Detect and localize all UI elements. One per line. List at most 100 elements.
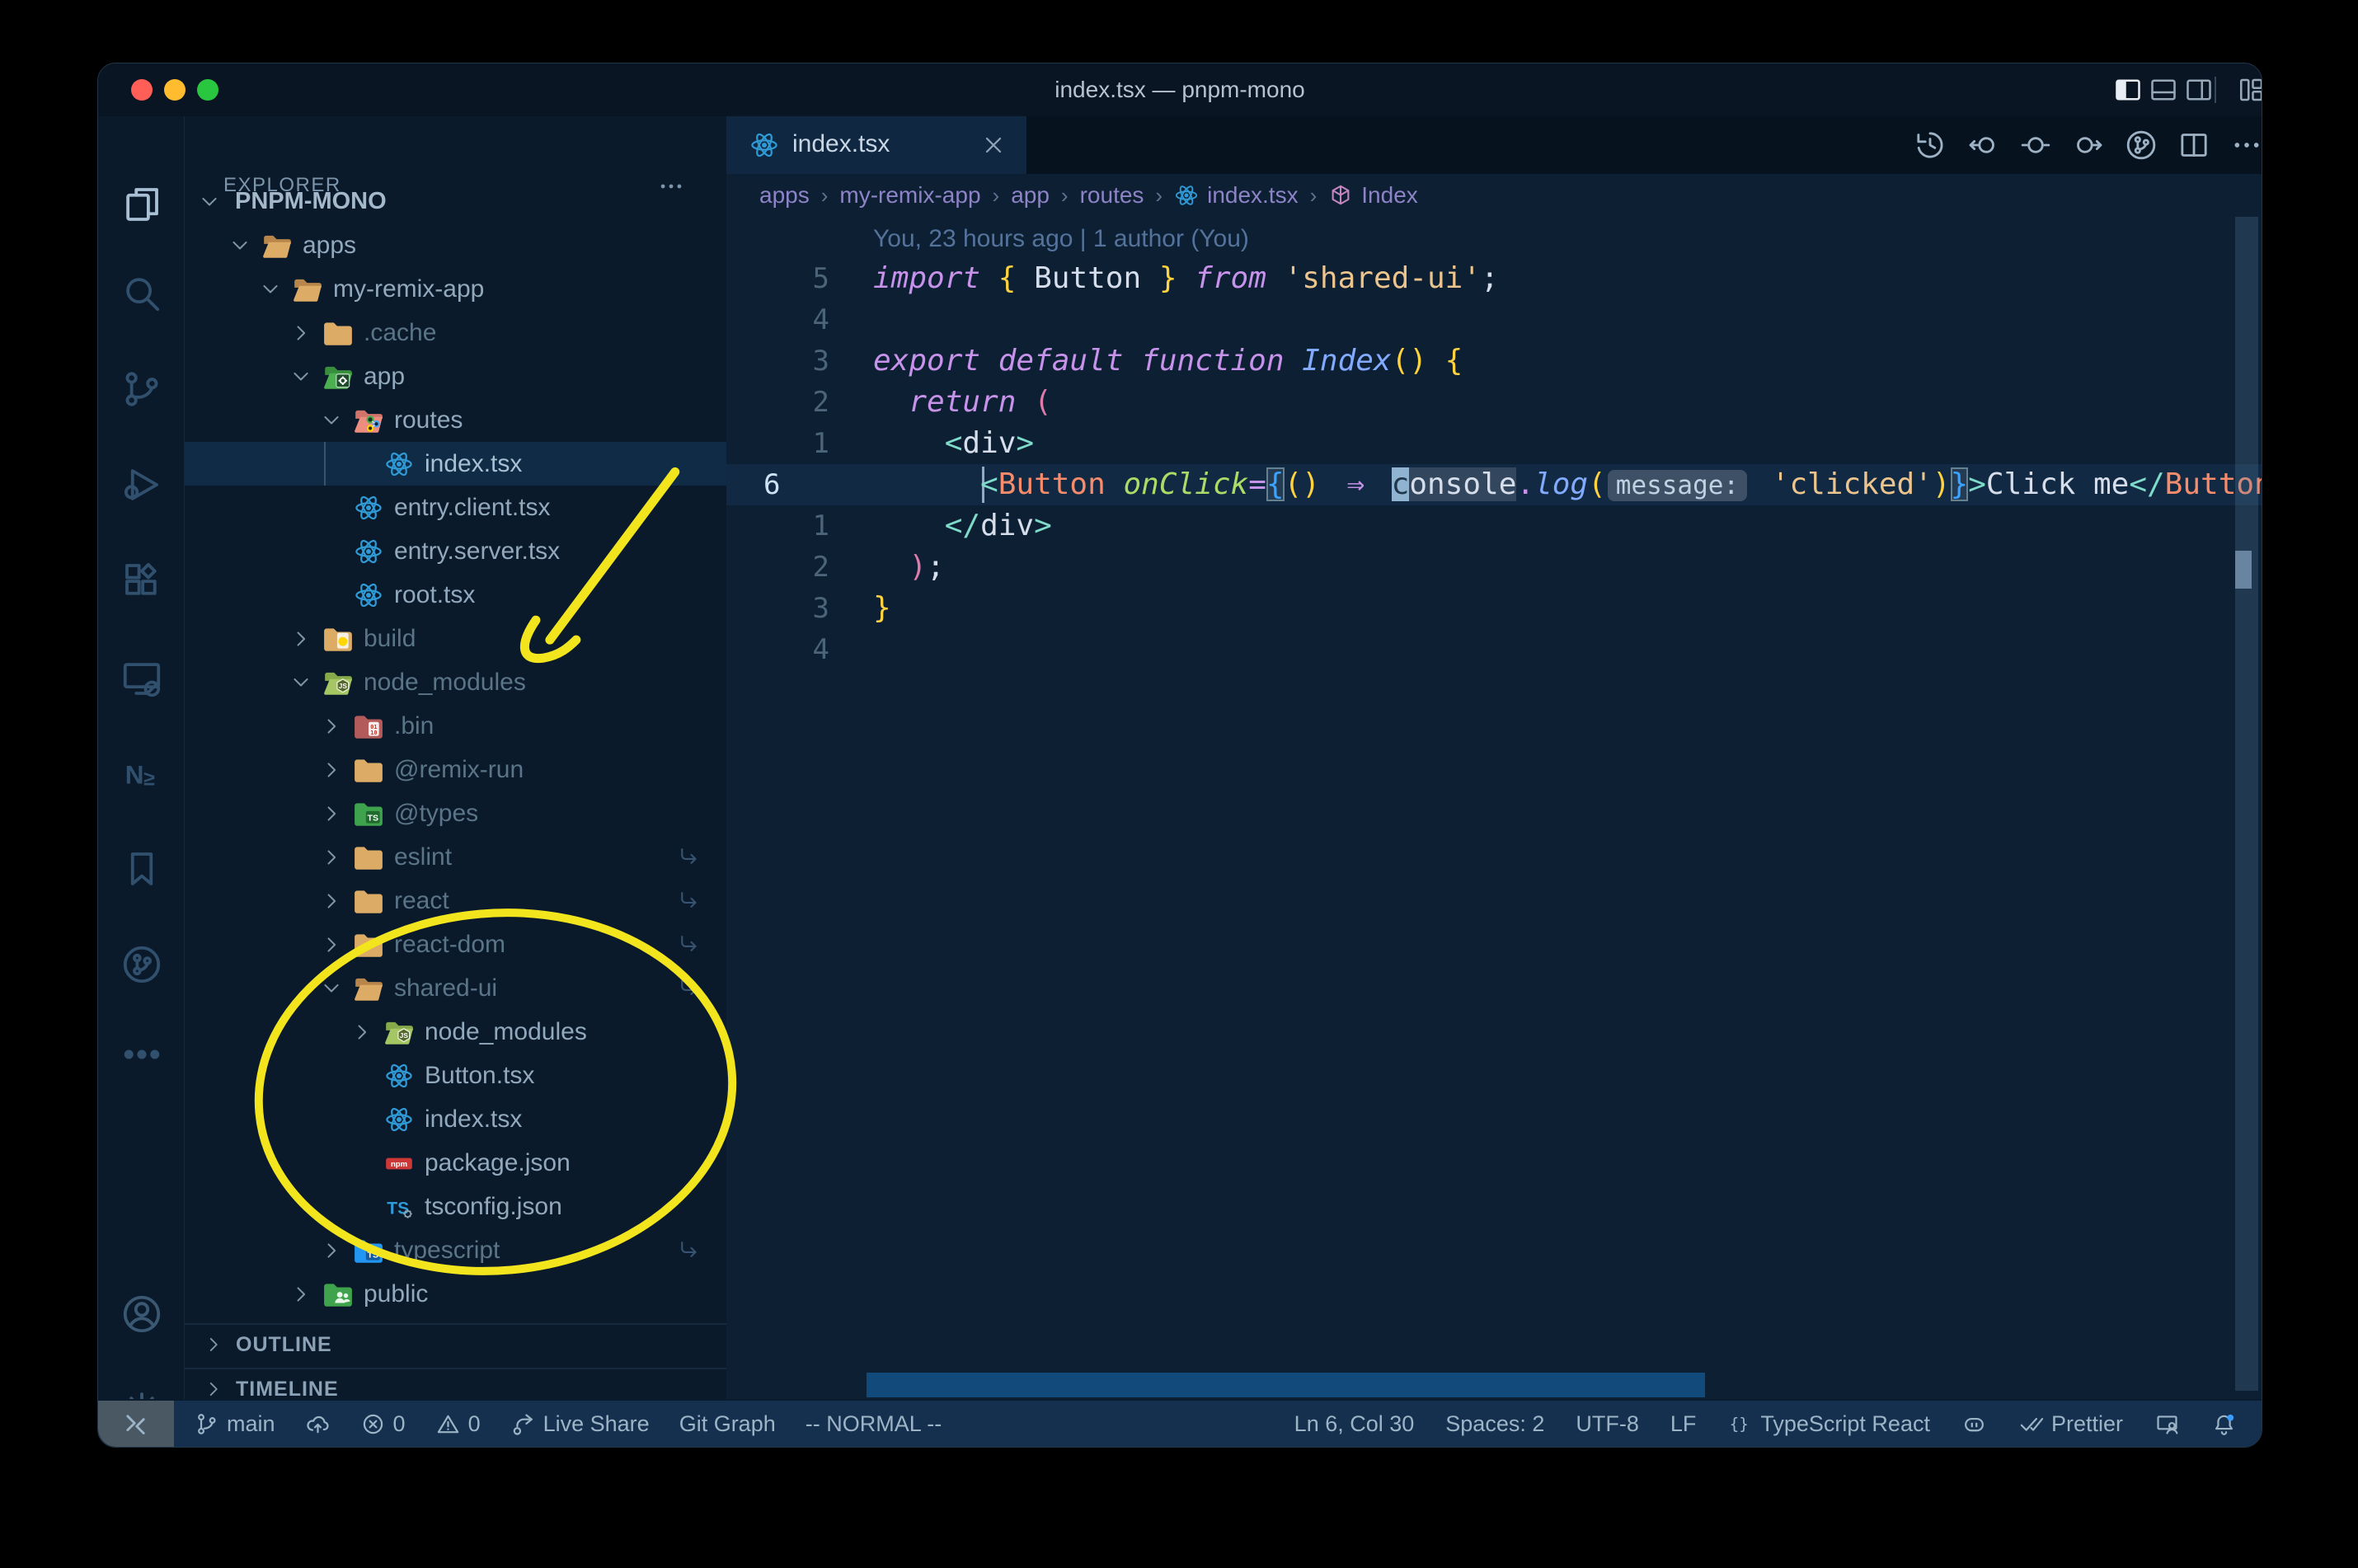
breadcrumb-apps[interactable]: apps — [759, 182, 810, 209]
breadcrumb-index-tsx[interactable]: index.tsx — [1174, 182, 1299, 209]
code-line[interactable]: 3 export default function Index() { — [726, 340, 2262, 382]
status-prettier[interactable]: Prettier — [2018, 1411, 2123, 1437]
activity-extensions-icon[interactable] — [120, 558, 164, 603]
tree-item--cache[interactable]: .cache — [185, 311, 726, 354]
tree-item-app[interactable]: app — [185, 354, 726, 398]
open-changes-icon[interactable] — [2019, 129, 2052, 162]
tree-item-build[interactable]: build — [185, 617, 726, 660]
tree-item-tsconfig-json[interactable]: TS tsconfig.json — [185, 1185, 726, 1228]
status-vim-mode[interactable]: -- NORMAL -- — [806, 1411, 942, 1437]
activity-bookmarks-icon[interactable] — [120, 847, 164, 891]
status-live-share[interactable]: Live Share — [510, 1411, 650, 1437]
chevron-right-icon[interactable] — [289, 627, 312, 650]
tree-item-typescript[interactable]: TS typescript — [185, 1228, 726, 1272]
tree-item--remix-run[interactable]: @remix-run — [185, 748, 726, 791]
status-liveshare-contact[interactable] — [2154, 1411, 2180, 1437]
chevron-down-icon[interactable] — [320, 977, 343, 1000]
chevron-right-icon[interactable] — [320, 890, 343, 913]
activity-search-icon[interactable] — [120, 271, 164, 316]
breadcrumb-my-remix-app[interactable]: my-remix-app — [839, 182, 980, 209]
gitlens-file-annotations-icon[interactable] — [2125, 129, 2158, 162]
status-eol[interactable]: LF — [1670, 1411, 1697, 1437]
activity-remote-explorer-icon[interactable] — [120, 656, 164, 701]
code-line-current[interactable]: 6 <Button onClick={() ⇒ console.log(mess… — [726, 464, 2262, 505]
remote-indicator[interactable] — [98, 1401, 174, 1447]
tree-item-entry-server-tsx[interactable]: entry.server.tsx — [185, 529, 726, 573]
code-editor[interactable]: You, 23 hours ago | 1 author (You) 5 impor… — [726, 217, 2262, 1399]
tree-item-routes[interactable]: routes — [185, 398, 726, 442]
activity-gitlens-icon[interactable] — [120, 942, 164, 987]
horizontal-scrollbar[interactable] — [867, 1373, 1705, 1397]
tree-item-index-tsx[interactable]: index.tsx — [185, 1097, 726, 1141]
activity-run-and-debug-icon[interactable] — [120, 462, 164, 507]
tree-item-my-remix-app[interactable]: my-remix-app — [185, 267, 726, 311]
status-notifications[interactable] — [2211, 1411, 2237, 1437]
activity-source-control-icon[interactable] — [120, 367, 164, 411]
toggle-panel-icon[interactable] — [2149, 75, 2178, 105]
tree-item-node-modules[interactable]: JS node_modules — [185, 660, 726, 704]
tree-item-apps[interactable]: apps — [185, 223, 726, 267]
chevron-right-icon[interactable] — [320, 933, 343, 956]
status-copilot[interactable] — [1961, 1411, 1987, 1437]
code-line[interactable]: 5 import { Button } from 'shared-ui'; — [726, 258, 2262, 299]
tree-item--bin[interactable]: 01 10 .bin — [185, 704, 726, 748]
tree-item-react[interactable]: react — [185, 879, 726, 922]
chevron-right-icon[interactable] — [320, 802, 343, 825]
toggle-primary-sidebar-icon[interactable] — [2113, 75, 2143, 105]
code-line[interactable]: 3} — [726, 588, 2262, 629]
chevron-right-icon[interactable] — [350, 1021, 373, 1044]
chevron-right-icon[interactable] — [320, 1239, 343, 1262]
status-cursor-position[interactable]: Ln 6, Col 30 — [1294, 1411, 1415, 1437]
status-indentation[interactable]: Spaces: 2 — [1445, 1411, 1544, 1437]
tree-item-entry-client-tsx[interactable]: entry.client.tsx — [185, 486, 726, 529]
status-sync[interactable] — [305, 1411, 331, 1437]
timeline-history-icon[interactable] — [1914, 129, 1947, 162]
code-line[interactable]: You, 23 hours ago | 1 author (You) — [726, 217, 2262, 258]
status-warnings[interactable]: 0 — [435, 1411, 481, 1437]
chevron-down-icon[interactable] — [320, 409, 343, 432]
chevron-down-icon[interactable] — [198, 190, 221, 214]
tab-index-tsx[interactable]: index.tsx — [726, 116, 1027, 174]
code-line[interactable]: 2 return ( — [726, 382, 2262, 423]
chevron-right-icon[interactable] — [320, 715, 343, 738]
tree-item-node-modules[interactable]: JS node_modules — [185, 1010, 726, 1054]
code-line[interactable]: 2 ); — [726, 547, 2262, 588]
more-actions-icon[interactable] — [2230, 129, 2262, 162]
toggle-secondary-sidebar-icon[interactable] — [2184, 75, 2214, 105]
chevron-right-icon[interactable] — [289, 1283, 312, 1306]
activity-explorer-icon[interactable] — [120, 182, 164, 227]
chevron-down-icon[interactable] — [289, 365, 312, 388]
tree-item-index-tsx[interactable]: index.tsx — [185, 442, 726, 486]
activity-nx-console-icon[interactable]: N ≥ — [120, 752, 164, 796]
activity-accounts-icon[interactable] — [120, 1292, 164, 1336]
tree-item-button-tsx[interactable]: Button.tsx — [185, 1054, 726, 1097]
activity-more-views-icon[interactable] — [120, 1032, 164, 1077]
code-line[interactable]: 1 <div> — [726, 423, 2262, 464]
chevron-down-icon[interactable] — [259, 278, 282, 301]
tree-item-eslint[interactable]: eslint — [185, 835, 726, 879]
tree-item-package-json[interactable]: npm package.json — [185, 1141, 726, 1185]
sidebar-section-outline[interactable]: OUTLINE — [185, 1323, 726, 1368]
tree-item-pnpm-mono[interactable]: PNPM-MONO — [185, 180, 726, 223]
code-line[interactable]: 4 — [726, 299, 2262, 340]
tree-item-public[interactable]: public — [185, 1272, 726, 1316]
vertical-scrollbar[interactable] — [2235, 217, 2258, 1391]
tree-item-root-tsx[interactable]: root.tsx — [185, 573, 726, 617]
split-editor-icon[interactable] — [2177, 129, 2210, 162]
status-errors[interactable]: 0 — [360, 1411, 406, 1437]
close-tab-icon[interactable] — [980, 132, 1007, 158]
breadcrumb-index[interactable]: Index — [1328, 182, 1418, 209]
status-language-mode[interactable]: {} TypeScript React — [1727, 1411, 1930, 1437]
status-encoding[interactable]: UTF-8 — [1576, 1411, 1639, 1437]
tree-item-react-dom[interactable]: react-dom — [185, 922, 726, 966]
chevron-right-icon[interactable] — [320, 758, 343, 782]
chevron-right-icon[interactable] — [289, 322, 312, 345]
chevron-right-icon[interactable] — [320, 846, 343, 869]
chevron-down-icon[interactable] — [289, 671, 312, 694]
customize-layout-icon[interactable] — [2237, 75, 2262, 105]
tree-item-shared-ui[interactable]: shared-ui — [185, 966, 726, 1010]
open-changes-previous-icon[interactable] — [1966, 129, 1999, 162]
breadcrumb-routes[interactable]: routes — [1080, 182, 1144, 209]
chevron-down-icon[interactable] — [228, 234, 251, 257]
status-git-graph[interactable]: Git Graph — [679, 1411, 776, 1437]
